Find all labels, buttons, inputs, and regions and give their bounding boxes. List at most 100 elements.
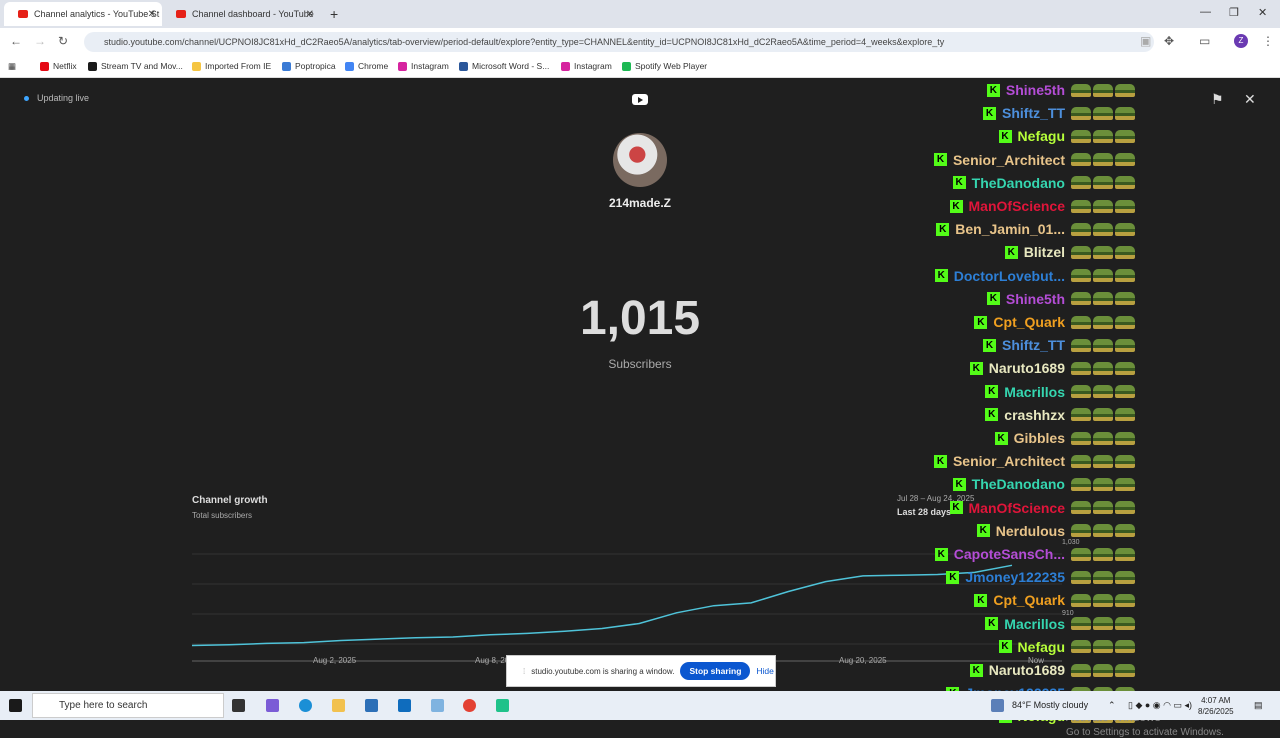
kick-badge-icon: K [934,269,948,283]
bookmark-instagram-2[interactable]: Instagram [561,61,612,71]
weather-text[interactable]: 84°F Mostly cloudy [1012,700,1088,710]
app-icon[interactable] [431,699,444,712]
close-window-icon[interactable]: ✕ [1258,6,1267,19]
extension-icon[interactable]: ▣ [1140,34,1151,48]
chat-username: Macrillos [1004,615,1065,632]
outlook-icon[interactable] [398,699,411,712]
chat-message-row: K Nerdulous [976,520,1135,542]
tank-emote-icon [1071,153,1091,167]
tab-channel-dashboard[interactable]: Channel dashboard - YouTube ✕ [162,2,320,26]
chat-message-row: K Jmoney122235 [946,566,1135,588]
chat-message-row: K DoctorLovebut... [934,265,1135,287]
back-icon[interactable]: ← [10,34,22,48]
url-input[interactable]: studio.youtube.com/channel/UCPNOI8JC81xH… [84,32,1154,52]
emote-group [1071,570,1135,584]
folder-icon [192,61,201,71]
tank-emote-icon [1071,477,1091,491]
chat-username: Nefagu [1017,128,1065,145]
tank-emote-icon [1115,431,1135,445]
tank-emote-icon [1071,315,1091,329]
tray-icons[interactable]: ▯ ◆ ● ◉ ◠ ▭ ◂) [1128,700,1192,711]
close-icon[interactable]: ✕ [1244,91,1256,108]
kick-badge-icon: K [994,431,1008,445]
chat-username: Blitzel [1023,244,1065,261]
menu-dots-icon[interactable]: ⋮ [1262,34,1274,48]
tank-emote-icon [1071,524,1091,538]
bookmark-poptropica[interactable]: Poptropica [282,61,336,71]
reload-icon[interactable]: ↻ [58,34,68,48]
close-tab-icon[interactable]: ✕ [148,9,156,20]
bookmark-icon[interactable]: ⚑ [1211,91,1224,108]
notifications-icon[interactable]: ▤ [1254,700,1263,711]
tank-emote-icon [1115,593,1135,607]
bookmark-chrome[interactable]: Chrome [345,61,388,71]
close-tab-icon[interactable]: ✕ [306,9,314,20]
tank-emote-icon [1093,593,1113,607]
windows-taskbar: Type here to search 84°F Mostly cloudy ⌃… [0,691,1280,720]
tank-emote-icon [1115,83,1135,97]
hide-button[interactable]: Hide [756,666,773,676]
chrome-icon[interactable] [463,699,476,712]
kick-badge-icon: K [985,385,999,399]
tab-label: Channel dashboard - YouTube [192,9,314,19]
bookmark-netflix[interactable]: Netflix [40,61,77,71]
instagram-icon [398,61,407,71]
kick-badge-icon: K [974,593,988,607]
tank-emote-icon [1093,338,1113,352]
tray-chevron-icon[interactable]: ⌃ [1108,700,1116,711]
drag-handle-icon[interactable]: ⁞ [523,667,525,676]
channel-name: 214made.Z [608,196,672,210]
taskbar-clock[interactable]: 4:07 AM 8/26/2025 [1198,695,1234,717]
bookmark-imported[interactable]: Imported From IE [192,61,271,71]
emote-group [1071,269,1135,283]
split-view-icon[interactable]: ▭ [1199,34,1210,48]
tank-emote-icon [1115,385,1135,399]
restore-icon[interactable]: ❐ [1229,6,1239,19]
tank-emote-icon [1115,292,1135,306]
emote-group [1071,129,1135,143]
task-view-icon[interactable] [232,699,245,712]
tank-emote-icon [1115,617,1135,631]
tank-emote-icon [1071,408,1091,422]
minimize-icon[interactable]: — [1200,6,1211,18]
tank-emote-icon [1093,385,1113,399]
file-explorer-icon[interactable] [332,699,345,712]
tank-emote-icon [1093,245,1113,259]
bookmark-spotify[interactable]: Spotify Web Player [622,61,707,71]
stop-sharing-button[interactable]: Stop sharing [680,662,751,680]
tank-emote-icon [1115,570,1135,584]
windows-start-icon[interactable] [9,699,22,712]
streaming-app-icon[interactable] [496,699,509,712]
puzzle-icon[interactable]: ✥ [1164,34,1174,48]
tank-emote-icon [1071,269,1091,283]
tank-emote-icon [1093,663,1113,677]
copilot-icon[interactable] [266,699,279,712]
tank-emote-icon [1071,338,1091,352]
apps-grid-icon[interactable]: ▦ [8,61,16,72]
tab-channel-analytics[interactable]: Channel analytics - YouTube St ✕ [4,2,162,26]
tank-emote-icon [1115,199,1135,213]
new-tab-button[interactable]: + [330,6,338,22]
address-bar-row: ← → ↻ studio.youtube.com/channel/UCPNOI8… [0,28,1280,56]
tank-emote-icon [1093,477,1113,491]
tank-emote-icon [1093,222,1113,236]
youtube-icon [18,10,28,18]
bookmark-word[interactable]: Microsoft Word - S... [459,61,549,71]
profile-avatar[interactable]: Z [1234,34,1248,48]
chat-username: Naruto1689 [988,662,1065,678]
chat-username: ManOfScience [968,499,1065,516]
tank-emote-icon [1115,176,1135,190]
tank-emote-icon [1071,617,1091,631]
tank-emote-icon [1115,477,1135,491]
bookmark-stream-tv[interactable]: Stream TV and Mov... [88,61,183,71]
tank-emote-icon [1115,338,1135,352]
tank-emote-icon [1071,501,1091,515]
tank-emote-icon [1093,454,1113,468]
store-icon[interactable] [365,699,378,712]
chat-message-row: K Naruto1689 [969,659,1135,681]
forward-icon[interactable]: → [34,34,46,48]
edge-icon[interactable] [299,699,312,712]
weather-icon [991,699,1004,712]
taskbar-search-input[interactable]: Type here to search [32,693,224,718]
bookmark-instagram[interactable]: Instagram [398,61,449,71]
